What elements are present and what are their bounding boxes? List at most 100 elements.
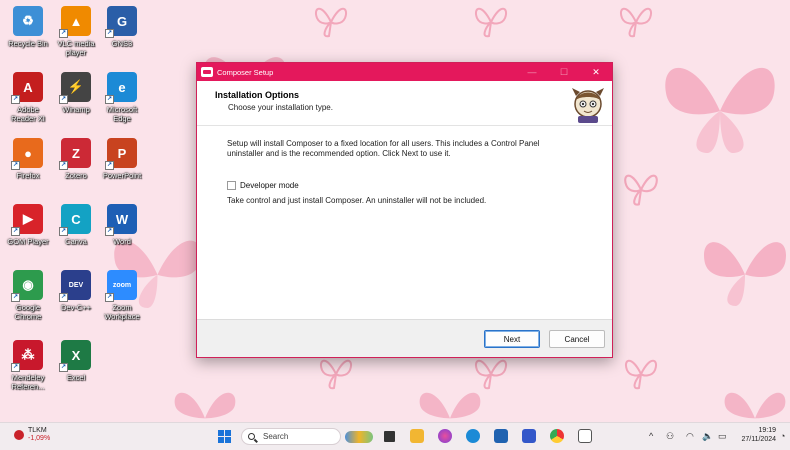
store-icon[interactable] [494, 429, 508, 443]
gns3-icon: G ↗ [105, 6, 137, 38]
desktop-icon-zotero[interactable]: Z ↗ Zotero [52, 138, 100, 180]
shortcut-arrow-icon: ↗ [59, 161, 68, 170]
desktop-icon-edge[interactable]: e ↗ Microsoft Edge [98, 72, 146, 123]
excel-icon: X ↗ [59, 340, 91, 372]
task-view-icon[interactable] [384, 431, 395, 442]
notifications-icon[interactable]: ◔ [780, 431, 785, 441]
powerpoint-icon: P ↗ [105, 138, 137, 170]
desktop-icon-canva[interactable]: C ↗ Canva [52, 204, 100, 246]
desktop-icon-label: Firefox [16, 171, 40, 180]
outline-butterfly-decoration [315, 7, 347, 38]
installer-taskbar-icon[interactable] [578, 429, 592, 443]
taskbar-search[interactable]: Search [241, 428, 341, 445]
developer-mode-description: Take control and just install Composer. … [227, 196, 487, 205]
widgets-icon[interactable] [345, 431, 373, 443]
developer-mode-option[interactable]: Developer mode [227, 181, 299, 190]
desktop-icon-label: Mendeley Referen... [11, 373, 45, 391]
file-explorer-icon[interactable] [410, 429, 424, 443]
shortcut-arrow-icon: ↗ [11, 227, 20, 236]
volume-icon[interactable]: 🔈 [702, 431, 713, 442]
desktop-icon-excel[interactable]: X ↗ Excel [52, 340, 100, 382]
desktop-icon-word[interactable]: W ↗ Word [98, 204, 146, 246]
shortcut-arrow-icon: ↗ [59, 29, 68, 38]
shortcut-arrow-icon: ↗ [11, 293, 20, 302]
search-label: Search [263, 432, 289, 441]
desktop-icon-devcpp[interactable]: DEV ↗ Dev-C++ [52, 270, 100, 312]
dialog-titlebar[interactable]: Composer Setup — ☐ ✕ [197, 63, 612, 81]
shortcut-arrow-icon: ↗ [105, 161, 114, 170]
butterfly-decoration [665, 67, 775, 153]
desktop-icon-label: Dev-C++ [60, 303, 91, 312]
shortcut-arrow-icon: ↗ [11, 363, 20, 372]
gom-player-icon: ▶ ↗ [11, 204, 43, 236]
page-subtitle: Choose your installation type. [228, 103, 333, 112]
zotero-icon: Z ↗ [59, 138, 91, 170]
desktop-icon-gns3[interactable]: G ↗ GNS3 [98, 6, 146, 48]
network-icon[interactable]: ⚇ [666, 431, 674, 442]
vlc-icon: ▲ ↗ [59, 6, 91, 38]
desktop-icon-zoom[interactable]: zoom ↗ Zoom Workplace [98, 270, 146, 321]
tray-chevron-icon[interactable]: ^ [649, 431, 653, 441]
edge-icon: e ↗ [105, 72, 137, 104]
desktop-icon-label: GNS3 [111, 39, 133, 48]
desktop-icon-gom-player[interactable]: ▶ ↗ GOM Player [4, 204, 52, 246]
outline-butterfly-decoration [475, 7, 507, 38]
outline-butterfly-decoration [620, 7, 652, 38]
canva-icon: C ↗ [59, 204, 91, 236]
desktop-icon-vlc[interactable]: ▲ ↗ VLC media player [52, 6, 100, 57]
stock-ticker: TLKM [28, 427, 47, 434]
shortcut-arrow-icon: ↗ [105, 95, 114, 104]
firefox-icon: ● ↗ [11, 138, 43, 170]
page-title: Installation Options [215, 90, 300, 100]
minimize-button[interactable]: — [516, 63, 548, 81]
devcpp-icon: DEV ↗ [59, 270, 91, 302]
shortcut-arrow-icon: ↗ [59, 227, 68, 236]
stock-widget[interactable]: TLKM -1,09% [14, 427, 50, 443]
next-button[interactable]: Next [484, 330, 540, 348]
desktop-icon-label: Zotero [65, 171, 87, 180]
butterfly-decoration [174, 392, 236, 419]
clock[interactable]: 19:19 27/11/2024 [736, 426, 776, 444]
butterfly-decoration [704, 242, 786, 306]
developer-mode-checkbox[interactable] [227, 181, 236, 190]
clock-date: 27/11/2024 [741, 436, 776, 443]
visual-studio-icon[interactable] [522, 429, 536, 443]
adobe-reader-icon: A ↗ [11, 72, 43, 104]
stock-change: -1,09% [28, 435, 51, 442]
shortcut-arrow-icon: ↗ [105, 29, 114, 38]
desktop-icon-chrome[interactable]: ◉ ↗ Google Chrome [4, 270, 52, 321]
desktop-icon-recycle-bin[interactable]: ♻ Recycle Bin [4, 6, 52, 48]
desktop-icon-firefox[interactable]: ● ↗ Firefox [4, 138, 52, 180]
edge-taskbar-icon[interactable] [466, 429, 480, 443]
outline-butterfly-decoration [320, 359, 352, 390]
shortcut-arrow-icon: ↗ [59, 293, 68, 302]
recycle-bin-icon: ♻ [13, 6, 43, 36]
desktop-icon-label: Google Chrome [14, 303, 42, 321]
battery-icon[interactable]: ▭ [718, 431, 727, 442]
maximize-button[interactable]: ☐ [548, 63, 580, 81]
cancel-button[interactable]: Cancel [549, 330, 605, 348]
wifi-icon[interactable]: ◠ [686, 431, 694, 442]
desktop-icon-label: GOM Player [7, 237, 49, 246]
start-button[interactable] [218, 430, 231, 443]
close-button[interactable]: ✕ [580, 63, 612, 81]
chrome-taskbar-icon[interactable] [550, 429, 564, 443]
desktop-icon-winamp[interactable]: ⚡ ↗ Winamp [52, 72, 100, 114]
shortcut-arrow-icon: ↗ [11, 161, 20, 170]
desktop-icon-mendeley[interactable]: ⁂ ↗ Mendeley Referen... [4, 340, 52, 391]
zoom-icon: zoom ↗ [105, 270, 137, 302]
stock-icon [14, 430, 24, 440]
desktop-icon-label: Microsoft Edge [106, 105, 138, 123]
copilot-icon[interactable] [438, 429, 452, 443]
install-description: Setup will install Composer to a fixed l… [227, 139, 540, 158]
desktop-icon-adobe-reader[interactable]: A ↗ Adobe Reader XI [4, 72, 52, 123]
word-icon: W ↗ [105, 204, 137, 236]
desktop-icon-powerpoint[interactable]: P ↗ PowerPoint [98, 138, 146, 180]
outline-butterfly-decoration [624, 174, 658, 206]
outline-butterfly-decoration [625, 359, 657, 390]
desktop-icon-label: Word [113, 237, 131, 246]
shortcut-arrow-icon: ↗ [11, 95, 20, 104]
shortcut-arrow-icon: ↗ [59, 363, 68, 372]
outline-butterfly-decoration [475, 359, 507, 390]
butterfly-decoration [724, 392, 786, 419]
